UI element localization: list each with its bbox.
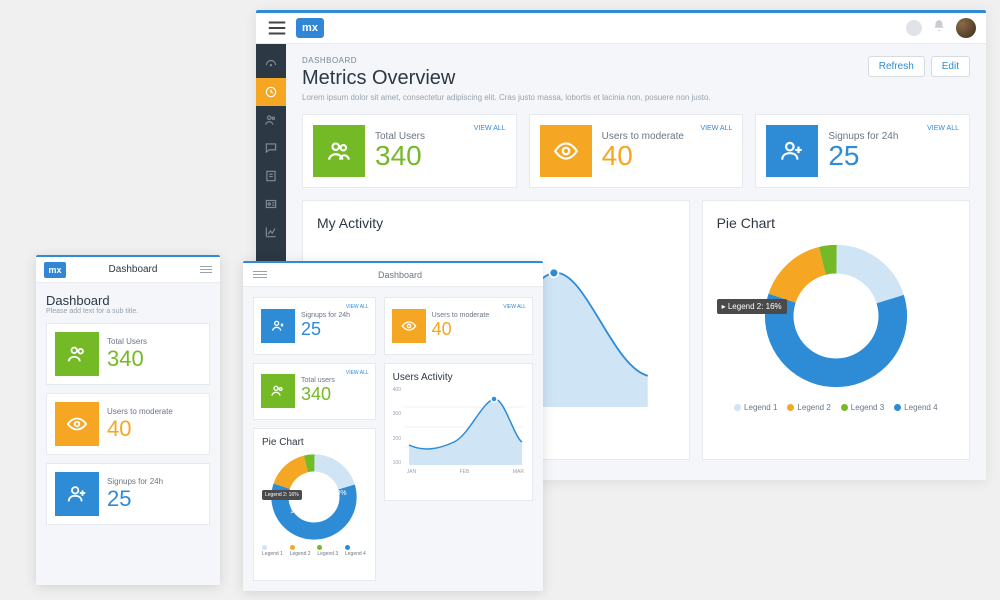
stat-card-total-users[interactable]: Total Users 340 VIEW ALL [302,114,517,188]
users-icon [55,332,99,376]
stat-label: Signups for 24h [107,477,163,486]
view-all-link[interactable]: VIEW ALL [346,304,369,310]
view-all-link[interactable]: VIEW ALL [927,125,959,132]
legend: Legend 1 Legend 2 Legend 3 Legend 4 [717,403,955,412]
tablet-view: Dashboard Signups for 24h25 VIEW ALL Use… [243,261,543,591]
edit-button[interactable]: Edit [931,56,970,77]
stat-card-moderate[interactable]: Users to moderate 40 VIEW ALL [529,114,744,188]
page-title: Dashboard [46,293,210,308]
brand-logo[interactable]: mx [296,18,324,38]
sidebar-chat[interactable] [256,134,286,162]
page-title: Dashboard [109,264,158,275]
hamburger-icon[interactable] [253,271,267,278]
sidebar-dashboard[interactable] [256,50,286,78]
phone-view: mx Dashboard Dashboard Please add text f… [36,255,220,585]
user-add-icon [766,125,818,177]
slice-label: 60% [929,301,949,312]
eye-icon [55,402,99,446]
stat-card-signups[interactable]: Signups for 24h 25 VIEW ALL [755,114,970,188]
view-all-link[interactable]: VIEW ALL [503,304,526,310]
tablet-topbar: Dashboard [243,261,543,287]
stat-label: Users to moderate [432,312,490,319]
sidebar-users[interactable] [256,106,286,134]
stat-value: 40 [432,319,490,340]
hamburger-icon[interactable] [266,17,288,39]
eye-icon [540,125,592,177]
eye-icon [392,309,426,343]
chart-tooltip: ▸ Legend 2: 16% [717,299,787,314]
stat-value: 25 [828,140,898,172]
panel-title: Pie Chart [717,215,955,231]
stat-value: 25 [107,486,163,512]
pie-chart-panel: Pie Chart 60% 15% Legend 2: 16% Legend 1… [253,428,376,581]
stat-value: 340 [375,140,425,172]
user-add-icon [261,309,295,343]
avatar[interactable] [956,18,976,38]
sidebar-clock[interactable] [256,78,286,106]
pie-chart-panel: Pie Chart 60% 16% 4% ▸ [702,200,970,460]
bell-icon[interactable] [932,19,946,38]
page-title: Metrics Overview [302,67,711,90]
legend: Legend 1 Legend 2 Legend 3 Legend 4 [262,545,367,557]
stat-label: Signups for 24h [301,312,350,319]
x-tick: MAR [513,469,524,475]
slice-label: 60% [333,490,347,497]
users-icon [313,125,365,177]
stat-card-signups[interactable]: Signups for 24h25 VIEW ALL [253,297,376,355]
page-subtitle: Lorem ipsum dolor sit amet, consectetur … [302,93,711,102]
stat-card-total-users[interactable]: Total Users340 [46,323,210,385]
help-icon[interactable] [906,20,922,36]
x-tick: FEB [460,469,470,475]
donut-chart [761,241,911,391]
stat-card-total-users[interactable]: Total users340 VIEW ALL [253,363,376,421]
y-tick: 200 [393,436,401,442]
panel-title: Users Activity [393,372,524,383]
brand-logo[interactable]: mx [44,262,66,278]
topbar: mx [256,10,986,44]
slice-label: 16% [739,336,759,347]
stat-label: Users to moderate [107,407,173,416]
y-tick: 300 [393,411,401,417]
y-tick: 400 [393,387,401,393]
sidebar-chart[interactable] [256,218,286,246]
x-tick: JAN [407,469,416,475]
y-tick: 100 [393,460,401,466]
stat-label: Total users [301,377,335,384]
stat-value: 40 [602,140,684,172]
page-title: Dashboard [378,270,422,280]
phone-topbar: mx Dashboard [36,255,220,283]
stat-value: 340 [107,346,147,372]
page-subtitle: Please add text for a sub title. [46,308,210,315]
slice-label: 15% [290,508,304,515]
hamburger-icon[interactable] [200,266,212,273]
stat-label: Total Users [107,337,147,346]
panel-title: Pie Chart [262,437,367,448]
stat-card-signups[interactable]: Signups for 24h25 [46,463,210,525]
stat-value: 340 [301,384,335,405]
sidebar-note[interactable] [256,162,286,190]
users-activity-chart: Users Activity 400 300 200 100 JAN FEB [384,363,533,501]
stat-card-moderate[interactable]: Users to moderate40 [46,393,210,455]
panel-title: My Activity [317,215,675,231]
breadcrumb: DASHBOARD [302,56,711,65]
stat-card-moderate[interactable]: Users to moderate40 VIEW ALL [384,297,533,355]
chart-tooltip: Legend 2: 16% [262,490,302,500]
view-all-link[interactable]: VIEW ALL [474,125,506,132]
sidebar-id[interactable] [256,190,286,218]
stat-value: 40 [107,416,173,442]
stat-value: 25 [301,319,350,340]
user-add-icon [55,472,99,516]
refresh-button[interactable]: Refresh [868,56,925,77]
view-all-link[interactable]: VIEW ALL [700,125,732,132]
view-all-link[interactable]: VIEW ALL [346,370,369,376]
users-icon [261,374,295,408]
